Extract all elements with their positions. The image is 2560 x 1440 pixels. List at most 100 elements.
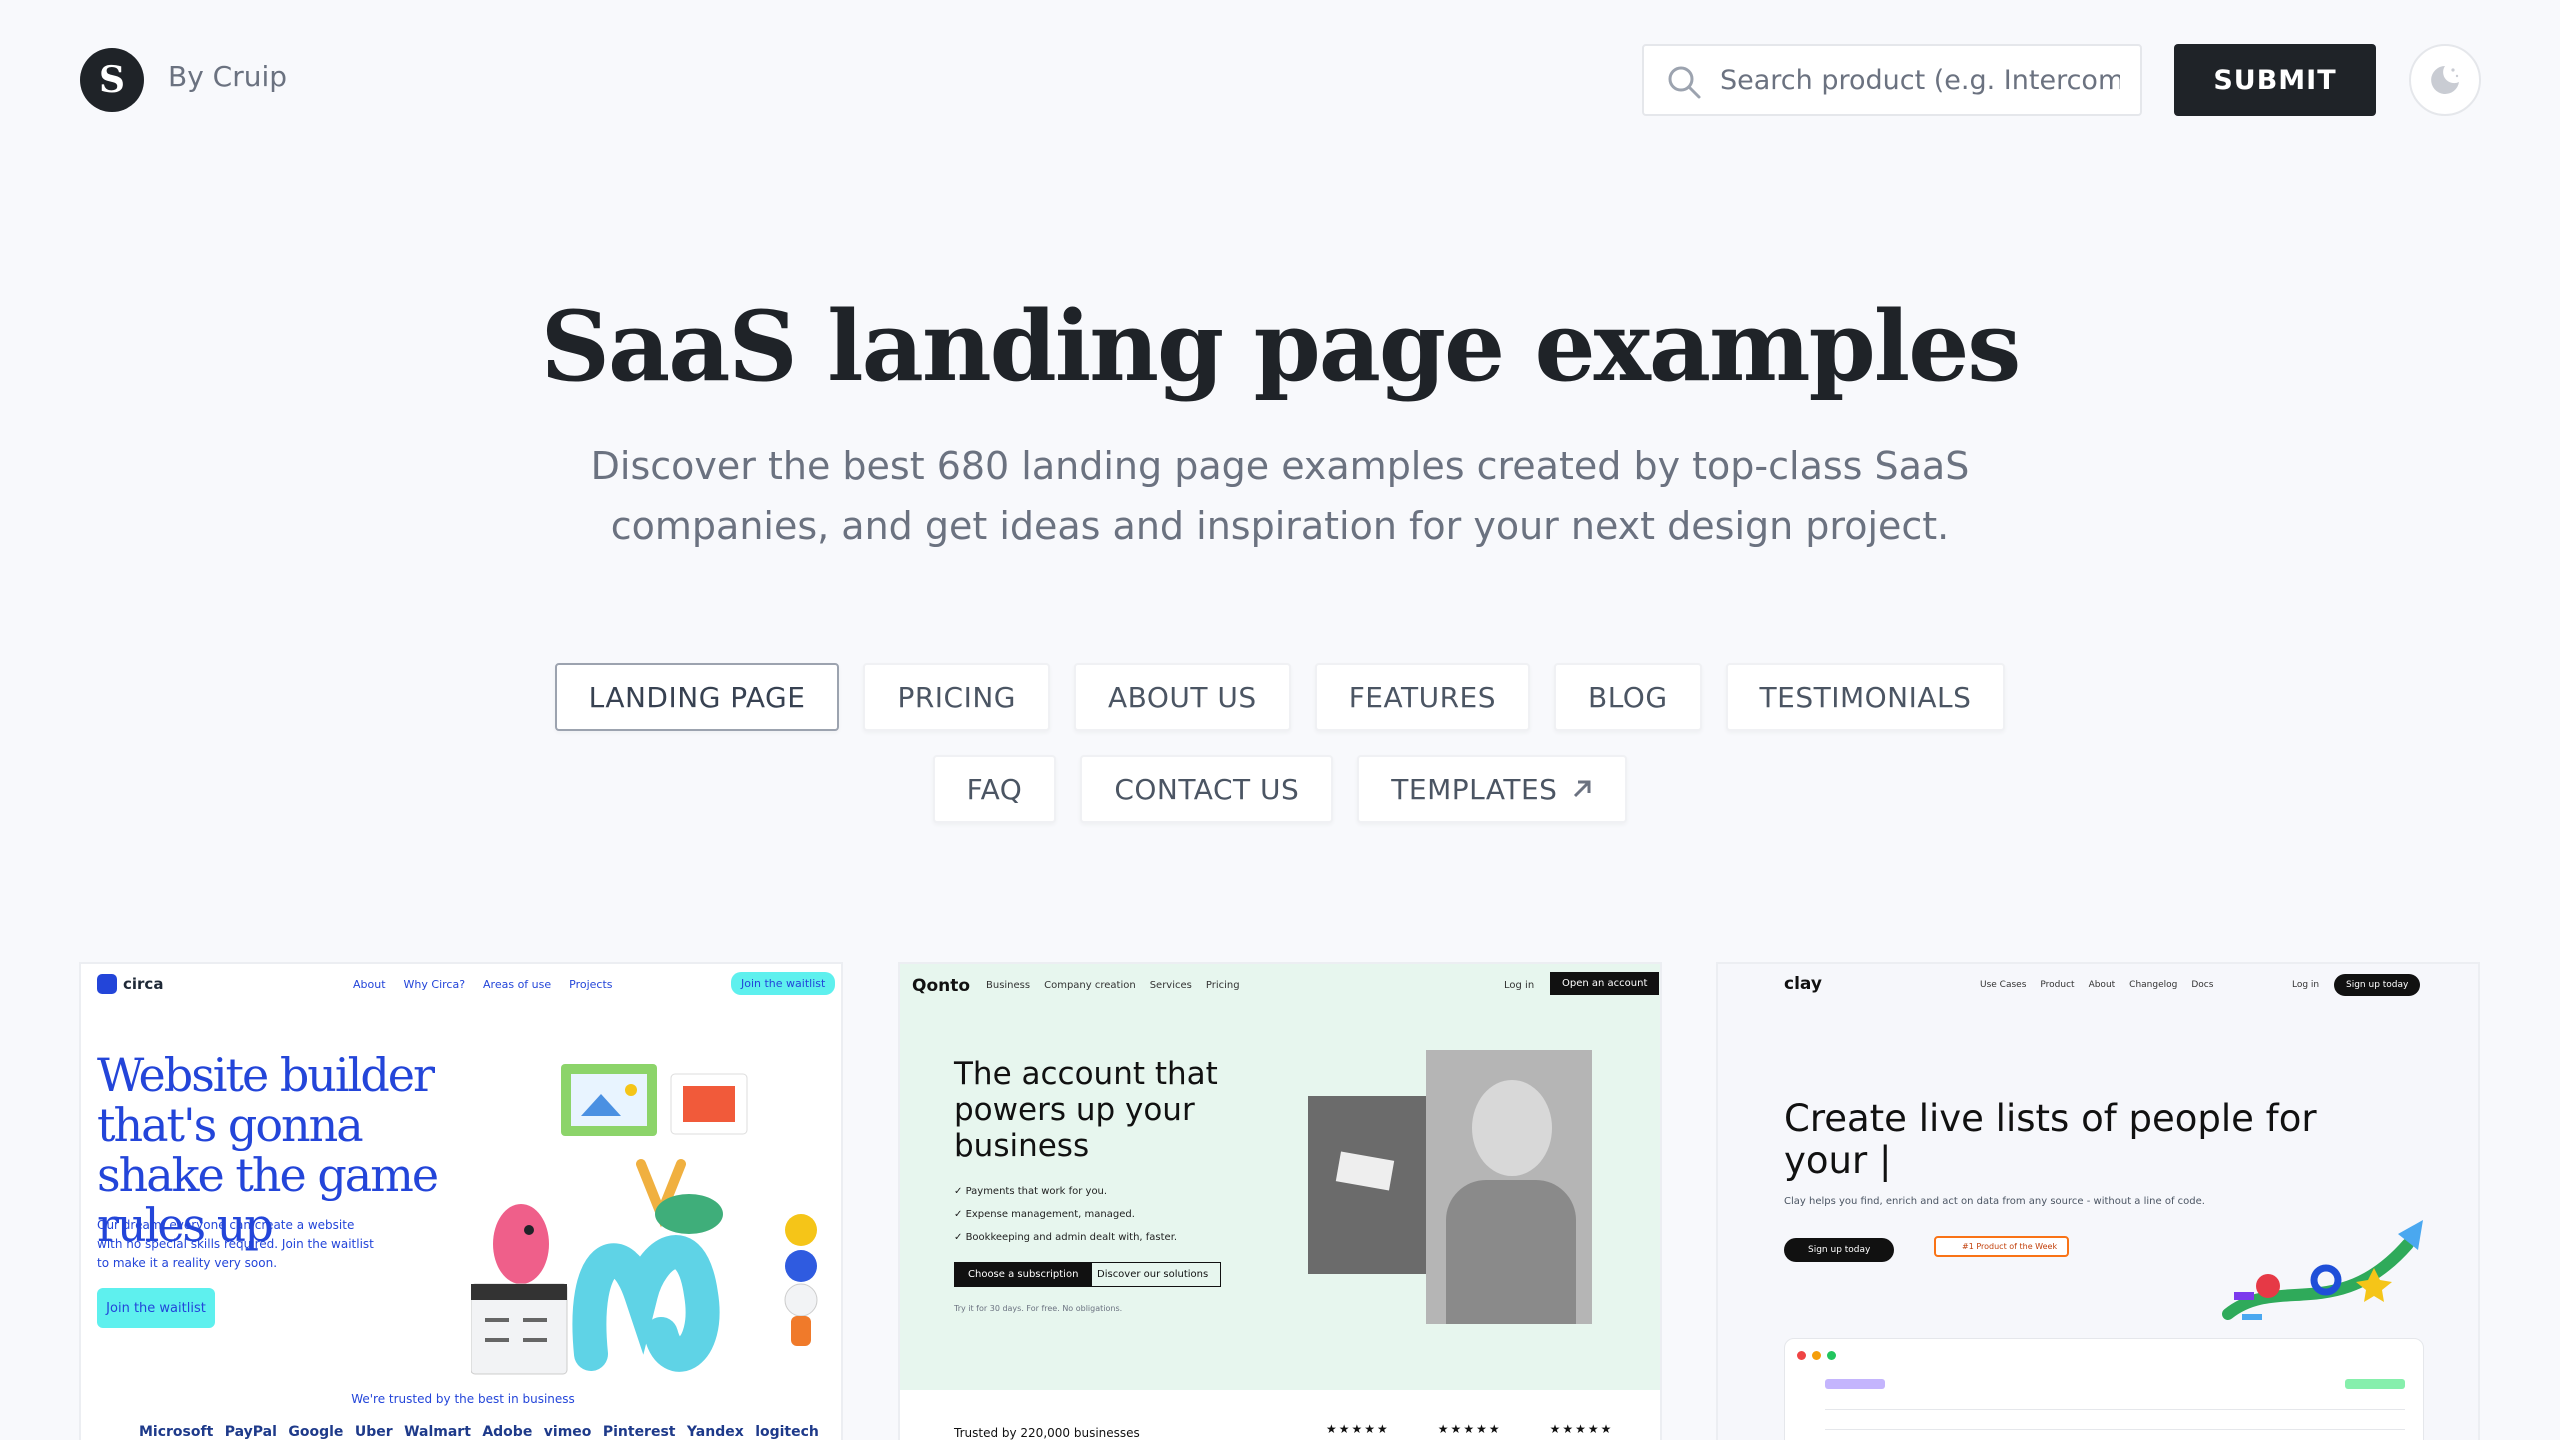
- search-input[interactable]: [1720, 64, 2120, 96]
- preview-divider: [1825, 1409, 2405, 1410]
- circa-waitlist-cta: Join the waitlist: [731, 972, 836, 995]
- example-card-qonto[interactable]: Qonto Business Company creation Services…: [898, 962, 1662, 1440]
- clay-nav-item: Use Cases: [1980, 980, 2027, 990]
- site-logo[interactable]: S: [80, 48, 144, 112]
- category-landing-page[interactable]: LANDING PAGE: [554, 663, 840, 731]
- client-logo: Pinterest: [602, 1424, 676, 1440]
- category-templates[interactable]: TEMPLATES: [1357, 755, 1628, 823]
- circa-logo: circa: [97, 974, 163, 994]
- category-testimonials[interactable]: TESTIMONIALS: [1725, 663, 2006, 731]
- circa-brand: circa: [123, 975, 164, 993]
- qonto-nav-item: Business: [986, 980, 1031, 991]
- qonto-solutions-button: Discover our solutions: [1084, 1262, 1222, 1287]
- category-blog[interactable]: BLOG: [1554, 663, 1702, 731]
- clay-nav: Use Cases Product About Changelog Docs: [1980, 980, 2213, 990]
- circa-illustration: [471, 1064, 818, 1375]
- client-logo: vimeo: [543, 1424, 592, 1440]
- client-logo: Microsoft: [139, 1424, 214, 1440]
- circa-client-logos: Microsoft PayPal Google Uber Walmart Ado…: [139, 1424, 819, 1440]
- qonto-ratings: ★★★★★ ★★★★★ ★★★★★: [1326, 1422, 1613, 1436]
- close-dot-icon: [1797, 1351, 1806, 1360]
- clay-body: Clay helps you find, enrich and act on d…: [1784, 1196, 2205, 1207]
- qonto-open-account: Open an account: [1550, 972, 1660, 995]
- client-logo: Uber: [354, 1424, 393, 1440]
- clay-login: Log in: [2292, 980, 2320, 990]
- circa-body: Our dream: everyone can create a website…: [97, 1218, 374, 1270]
- circa-nav: About Why Circa? Areas of use Projects: [353, 978, 613, 991]
- qonto-feature-list: ✓ Payments that work for you. ✓ Expense …: [954, 1180, 1177, 1249]
- search-icon: [1668, 66, 1701, 99]
- qonto-nav-item: Pricing: [1205, 980, 1240, 991]
- preview-tag: [1825, 1379, 1885, 1389]
- minimize-dot-icon: [1812, 1351, 1821, 1360]
- qonto-nav-item: Services: [1149, 980, 1192, 991]
- qonto-photo-hand: [1308, 1096, 1426, 1274]
- qonto-photo-face: [1472, 1080, 1552, 1176]
- circa-nav-item: Why Circa?: [403, 978, 466, 991]
- qonto-feature-item: ✓ Payments that work for you.: [954, 1186, 1108, 1197]
- category-features[interactable]: FEATURES: [1314, 663, 1530, 731]
- qonto-headline: The account that powers up your business: [954, 1056, 1218, 1164]
- qonto-feature-item: ✓ Bookkeeping and admin dealt with, fast…: [954, 1232, 1178, 1243]
- category-pricing[interactable]: PRICING: [863, 663, 1051, 731]
- example-card-circa[interactable]: circa About Why Circa? Areas of use Proj…: [79, 962, 843, 1440]
- external-arrow-icon: [1574, 780, 1591, 798]
- clay-headline: Create live lists of people for your |: [1784, 1097, 2317, 1182]
- clay-product-badge: #1 Product of the Week: [1934, 1236, 2070, 1257]
- qonto-subscription-button: Choose a subscription: [954, 1262, 1093, 1287]
- category-contact-us[interactable]: CONTACT US: [1080, 755, 1334, 823]
- page-title: SaaS landing page examples: [540, 290, 2022, 403]
- qonto-feature-text: Expense management, managed.: [965, 1209, 1135, 1220]
- rating-stars: ★★★★★: [1549, 1422, 1614, 1436]
- rating-stars: ★★★★★: [1326, 1422, 1390, 1436]
- qonto-photo-woman: [1426, 1050, 1592, 1324]
- category-templates-label: TEMPLATES: [1391, 772, 1558, 806]
- preview-divider: [1825, 1429, 2405, 1430]
- qonto-photo-body: [1446, 1180, 1576, 1324]
- qonto-feature-item: ✓ Expense management, managed.: [954, 1209, 1135, 1220]
- circa-nav-item: About: [353, 978, 386, 991]
- qonto-nav: Business Company creation Services Prici…: [986, 980, 1240, 991]
- site-header: S By Cruip SUBMIT: [0, 0, 2560, 160]
- search-box[interactable]: [1642, 44, 2142, 116]
- client-logo: logitech: [755, 1424, 819, 1440]
- window-controls: [1797, 1351, 1836, 1360]
- maximize-dot-icon: [1827, 1351, 1836, 1360]
- clay-logo: clay: [1784, 974, 1822, 994]
- clay-signup-button: Sign up today: [1784, 1238, 1895, 1262]
- qonto-trust-line: Trusted by 220,000 businesses: [954, 1426, 1140, 1440]
- category-nav-row-1: LANDING PAGE PRICING ABOUT US FEATURES B…: [0, 663, 2560, 731]
- circa-trust-line: We're trusted by the best in business: [351, 1392, 575, 1406]
- preview-tag: [2345, 1379, 2405, 1389]
- clay-nav-item: About: [2088, 980, 2116, 990]
- circa-nav-item: Projects: [569, 978, 613, 991]
- qonto-feature-text: Payments that work for you.: [965, 1186, 1108, 1197]
- client-logo: Yandex: [686, 1424, 744, 1440]
- qonto-card-image: [1335, 1151, 1395, 1191]
- client-logo: Adobe: [482, 1424, 533, 1440]
- client-logo: Walmart: [404, 1424, 471, 1440]
- rating-stars: ★★★★★: [1437, 1422, 1502, 1436]
- circa-logo-mark: [97, 974, 117, 994]
- clay-nav-item: Changelog: [2129, 980, 2178, 990]
- submit-button[interactable]: SUBMIT: [2174, 44, 2376, 116]
- clay-signup-nav: Sign up today: [2334, 974, 2421, 996]
- qonto-fine-print: Try it for 30 days. For free. No obligat…: [954, 1304, 1123, 1313]
- byline[interactable]: By Cruip: [168, 60, 287, 93]
- category-about-us[interactable]: ABOUT US: [1074, 663, 1291, 731]
- category-faq[interactable]: FAQ: [932, 755, 1057, 823]
- theme-toggle-button[interactable]: [2409, 44, 2481, 116]
- qonto-feature-text: Bookkeeping and admin dealt with, faster…: [965, 1232, 1178, 1243]
- client-logo: PayPal: [224, 1424, 277, 1440]
- category-nav-row-2: FAQ CONTACT US TEMPLATES: [0, 755, 2560, 823]
- qonto-logo: Qonto: [912, 976, 971, 996]
- clay-app-preview: [1784, 1338, 2424, 1440]
- moon-icon: [2431, 66, 2459, 94]
- clay-nav-item: Docs: [2191, 980, 2214, 990]
- page-subtitle: Discover the best 680 landing page examp…: [590, 444, 1970, 548]
- clay-nav-item: Product: [2040, 980, 2075, 990]
- client-logo: Google: [288, 1424, 344, 1440]
- example-card-clay[interactable]: clay Use Cases Product About Changelog D…: [1716, 962, 2480, 1440]
- clay-shapes-illustration: [2222, 1220, 2423, 1320]
- qonto-login: Log in: [1504, 980, 1535, 991]
